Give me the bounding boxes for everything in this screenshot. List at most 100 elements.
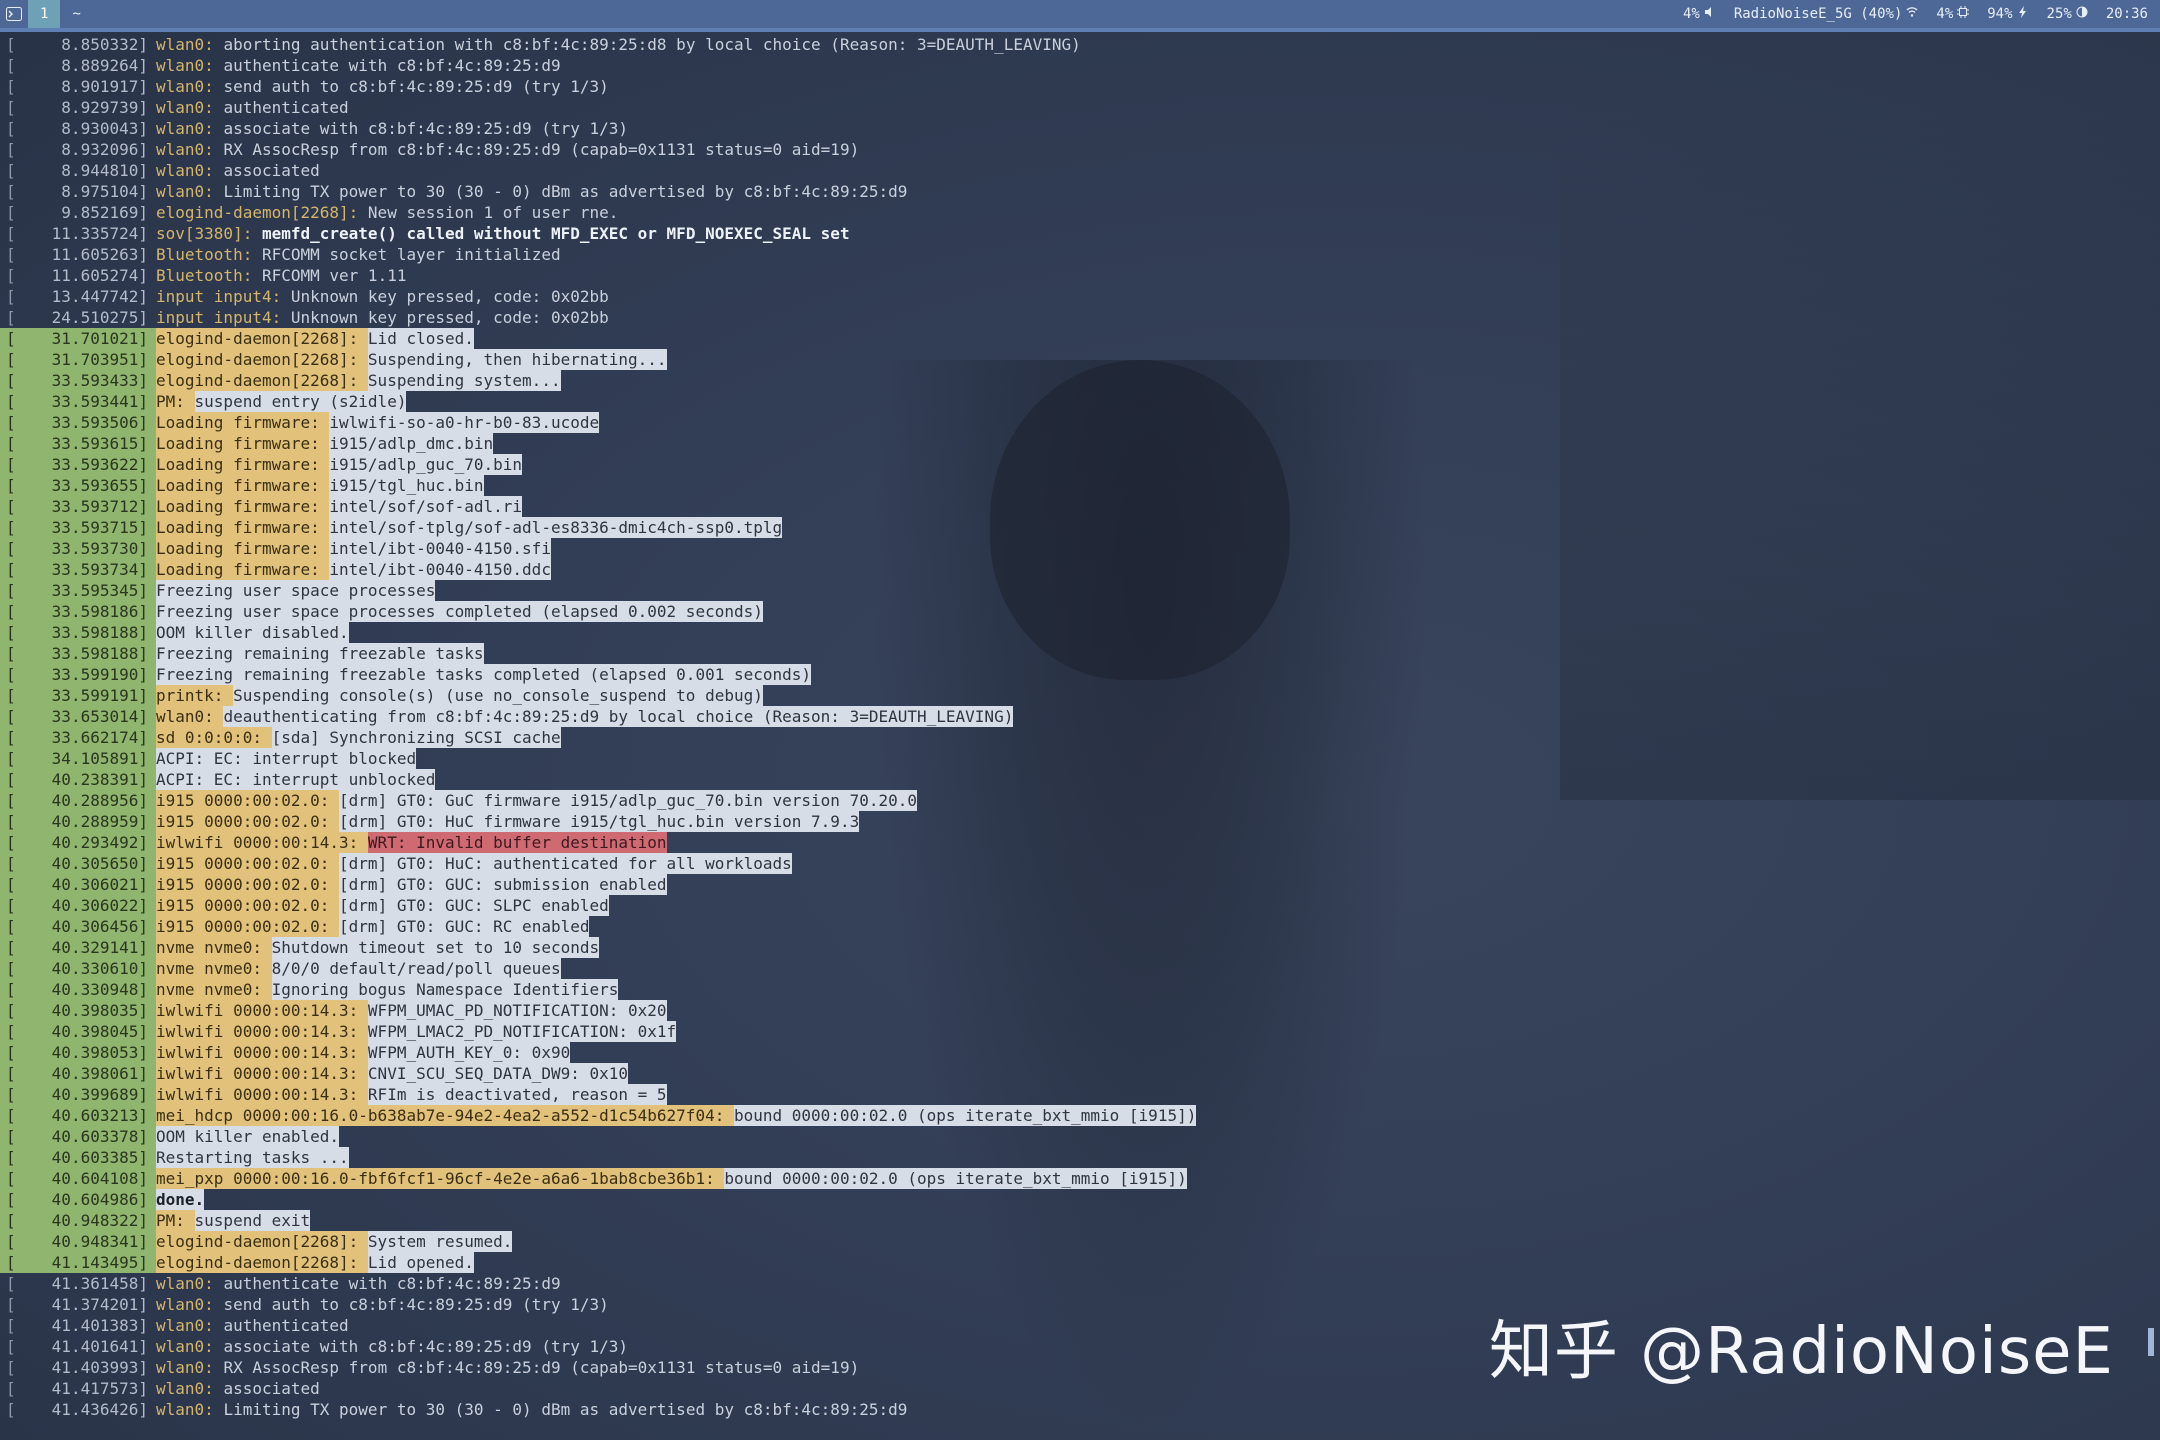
log-bracket: [: [0, 643, 18, 664]
log-message: Unknown key pressed, code: 0x02bb: [290, 308, 609, 327]
terminal-icon[interactable]: [0, 0, 28, 28]
log-message: i915/adlp_guc_70.bin: [329, 454, 523, 475]
log-bracket: [: [0, 1021, 18, 1042]
log-bracket: [: [0, 958, 18, 979]
log-source: i915 0000:00:02.0:: [156, 895, 340, 916]
log-bracket: [: [6, 308, 16, 327]
log-source: elogind-daemon[2268]:: [156, 1231, 368, 1252]
log-source: wlan0:: [156, 182, 224, 201]
status-indicators: 4% RadioNoiseE_5G (40%) 4% 94% 25% 20:36: [1683, 6, 2160, 22]
log-timestamp: 13.447742]: [51, 287, 148, 306]
status-text: 94%: [1987, 6, 2013, 22]
log-line: [40.288956] i915 0000:00:02.0: [drm] GT0:…: [0, 790, 2140, 811]
status-item[interactable]: 4%: [1936, 6, 1970, 22]
watermark: 知乎 @RadioNoiseE: [1488, 1315, 2114, 1389]
log-message: Limiting TX power to 30 (30 - 0) dBm as …: [223, 1400, 908, 1419]
log-timestamp: 33.593655]: [18, 475, 156, 496]
log-line: [40.306021] i915 0000:00:02.0: [drm] GT0:…: [0, 874, 2140, 895]
log-message: Suspending console(s) (use no_console_su…: [233, 685, 763, 706]
log-source: iwlwifi 0000:00:14.3:: [156, 1000, 368, 1021]
log-message: Freezing user space processes completed …: [156, 601, 763, 622]
log-message: RX AssocResp from c8:bf:4c:89:25:d9 (cap…: [223, 140, 860, 159]
log-source: Loading firmware:: [156, 412, 330, 433]
log-message: send auth to c8:bf:4c:89:25:d9 (try 1/3): [223, 77, 609, 96]
workspace-1[interactable]: 1: [28, 0, 61, 28]
status-text: 4%: [1936, 6, 1954, 22]
log-bracket: [: [6, 1358, 16, 1377]
log-source: elogind-daemon[2268]:: [156, 203, 368, 222]
log-source: wlan0:: [156, 140, 224, 159]
log-message: WFPM_LMAC2_PD_NOTIFICATION: 0x1f: [367, 1021, 677, 1042]
log-source: wlan0:: [156, 1274, 224, 1293]
log-source: iwlwifi 0000:00:14.3:: [156, 1084, 368, 1105]
scroll-indicator[interactable]: [2148, 1328, 2154, 1356]
log-source: wlan0:: [156, 1316, 224, 1335]
status-item[interactable]: 20:36: [2106, 6, 2148, 22]
log-line: [8.975104] wlan0: Limiting TX power to 30…: [0, 181, 2140, 202]
log-bracket: [: [0, 601, 18, 622]
log-timestamp: 40.603378]: [18, 1126, 156, 1147]
log-message: CNVI_SCU_SEQ_DATA_DW9: 0x10: [367, 1063, 629, 1084]
log-source: Bluetooth:: [156, 266, 262, 285]
log-bracket: [: [0, 769, 18, 790]
log-line: [33.593730] Loading firmware: intel/ibt-0…: [0, 538, 2140, 559]
log-timestamp: 40.948322]: [18, 1210, 156, 1231]
log-timestamp: 40.306022]: [18, 895, 156, 916]
status-item[interactable]: RadioNoiseE_5G (40%): [1734, 6, 1919, 22]
log-line: [8.944810] wlan0: associated: [0, 160, 2140, 181]
log-line: [9.852169] elogind-daemon[2268]: New sess…: [0, 202, 2140, 223]
window-title-tab[interactable]: ~: [60, 0, 92, 28]
log-timestamp: 8.975104]: [61, 182, 148, 201]
log-source: Loading firmware:: [156, 454, 330, 475]
log-message: RFCOMM ver 1.11: [261, 266, 407, 285]
log-line: [11.605263] Bluetooth: RFCOMM socket laye…: [0, 244, 2140, 265]
log-source: wlan0:: [156, 77, 224, 96]
log-timestamp: 33.593734]: [18, 559, 156, 580]
log-message: authenticate with c8:bf:4c:89:25:d9: [223, 1274, 561, 1293]
log-line: [33.593734] Loading firmware: intel/ibt-0…: [0, 559, 2140, 580]
log-bracket: [: [0, 832, 18, 853]
log-message: intel/sof-tplg/sof-adl-es8336-dmic4ch-ss…: [329, 517, 783, 538]
log-message: suspend exit: [194, 1210, 311, 1231]
log-line: [11.605274] Bluetooth: RFCOMM ver 1.11: [0, 265, 2140, 286]
log-bracket: [: [6, 182, 16, 201]
log-timestamp: 33.599190]: [18, 664, 156, 685]
log-bracket: [: [0, 538, 18, 559]
log-source: i915 0000:00:02.0:: [156, 853, 340, 874]
log-bracket: [: [6, 245, 16, 264]
log-source: wlan0:: [156, 1379, 224, 1398]
status-item[interactable]: 4%: [1683, 6, 1716, 22]
log-line: [31.701021] elogind-daemon[2268]: Lid clo…: [0, 328, 2140, 349]
log-message: WFPM_AUTH_KEY_0: 0x90: [367, 1042, 571, 1063]
log-bracket: [: [0, 412, 18, 433]
log-timestamp: 40.603385]: [18, 1147, 156, 1168]
log-line: [33.593622] Loading firmware: i915/adlp_g…: [0, 454, 2140, 475]
log-bracket: [: [0, 1189, 18, 1210]
log-message: Suspending system...: [367, 370, 561, 391]
log-bracket: [: [0, 391, 18, 412]
log-source: wlan0:: [156, 35, 224, 54]
log-message: Lid closed.: [367, 328, 474, 349]
log-timestamp: 41.361458]: [51, 1274, 148, 1293]
log-line: [40.329141] nvme nvme0: Shutdown timeout …: [0, 937, 2140, 958]
log-line: [8.929739] wlan0: authenticated: [0, 97, 2140, 118]
cpu-icon: [1957, 6, 1970, 22]
log-timestamp: 33.593730]: [18, 538, 156, 559]
status-item[interactable]: 25%: [2047, 6, 2088, 22]
log-bracket: [: [0, 790, 18, 811]
log-line: [40.288959] i915 0000:00:02.0: [drm] GT0:…: [0, 811, 2140, 832]
log-line: [40.330610] nvme nvme0: 8/0/0 default/rea…: [0, 958, 2140, 979]
log-line: [40.603385] Restarting tasks ...: [0, 1147, 2140, 1168]
log-timestamp: 40.306456]: [18, 916, 156, 937]
log-bracket: [: [0, 664, 18, 685]
log-line: [24.510275] input input4: Unknown key pre…: [0, 307, 2140, 328]
log-line: [40.398053] iwlwifi 0000:00:14.3: WFPM_AU…: [0, 1042, 2140, 1063]
log-line: [40.306022] i915 0000:00:02.0: [drm] GT0:…: [0, 895, 2140, 916]
log-message: intel/ibt-0040-4150.ddc: [329, 559, 551, 580]
log-source: PM:: [156, 391, 195, 412]
log-timestamp: 41.417573]: [51, 1379, 148, 1398]
log-source: mei_hdcp 0000:00:16.0-b638ab7e-94e2-4ea2…: [156, 1105, 734, 1126]
log-message: associate with c8:bf:4c:89:25:d9 (try 1/…: [223, 119, 629, 138]
log-message: RFIm is deactivated, reason = 5: [367, 1084, 667, 1105]
status-item[interactable]: 94%: [1987, 6, 2028, 22]
